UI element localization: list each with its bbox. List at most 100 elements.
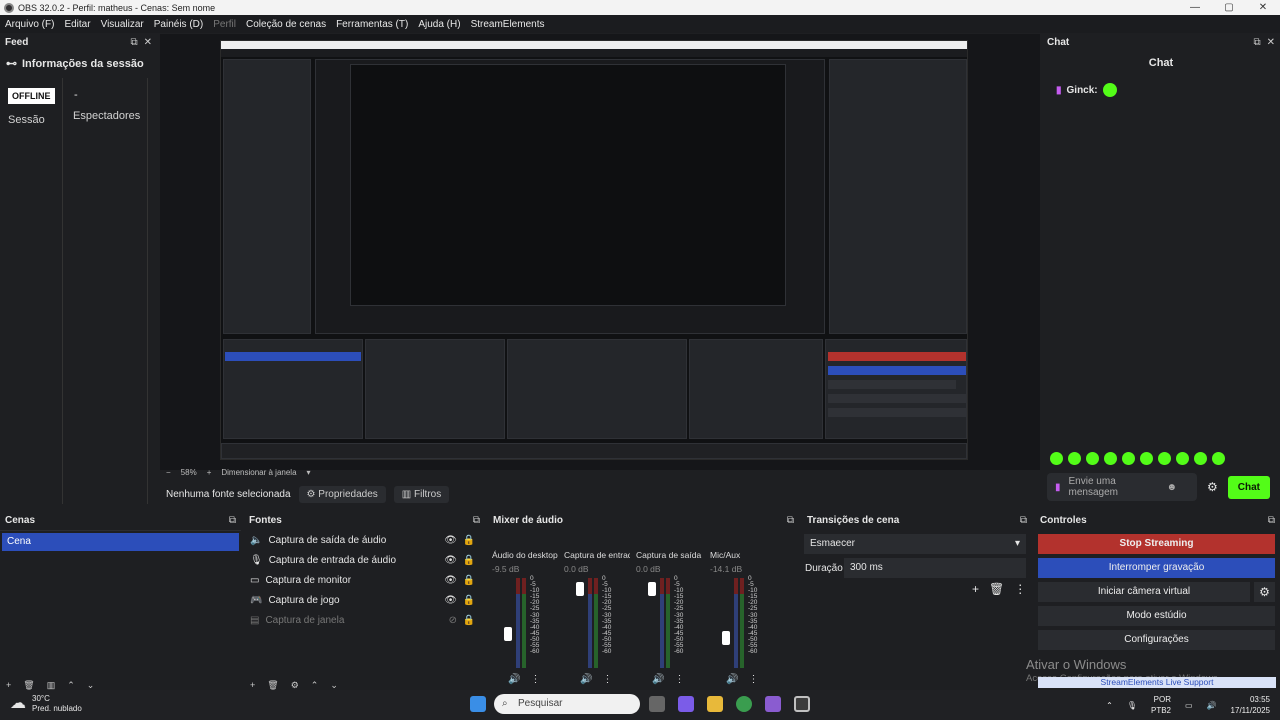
speaker-icon[interactable]: 🔊 xyxy=(652,674,664,685)
emoji-icon[interactable]: ☻ xyxy=(1167,482,1178,493)
add-icon[interactable]: + xyxy=(6,680,11,690)
source-item[interactable]: 🎙 Captura de entrada de áudio 👁 🔒 xyxy=(244,550,485,570)
emote-icon[interactable] xyxy=(1194,452,1207,465)
chevron-down-icon[interactable]: ▾ xyxy=(307,468,311,477)
add-icon[interactable]: + xyxy=(972,582,979,596)
lock-icon[interactable]: 🔒 xyxy=(463,535,475,546)
source-item[interactable]: ▤ Captura de janela ⊘ 🔒 xyxy=(244,610,485,630)
gear-icon[interactable]: ⚙ xyxy=(1207,480,1218,494)
chevron-up-icon[interactable]: ⌃ xyxy=(1106,701,1113,710)
stop-streaming-button[interactable]: Stop Streaming xyxy=(1038,534,1275,554)
eye-icon[interactable]: 👁 xyxy=(444,535,457,546)
close-icon[interactable]: ✕ xyxy=(1267,37,1275,48)
undock-icon[interactable]: ⧉ xyxy=(130,37,137,48)
eye-icon[interactable]: 👁 xyxy=(444,575,457,586)
lock-icon[interactable]: 🔒 xyxy=(463,615,475,626)
minimize-button[interactable]: — xyxy=(1178,0,1212,15)
filter-icon[interactable]: ▥ xyxy=(47,680,56,690)
taskbar-search[interactable]: ⌕ Pesquisar xyxy=(494,694,640,714)
network-icon[interactable]: ▭ xyxy=(1185,701,1193,710)
source-item[interactable]: ▭ Captura de monitor 👁 🔒 xyxy=(244,570,485,590)
more-icon[interactable]: ⋮ xyxy=(674,674,684,685)
more-icon[interactable]: ⋮ xyxy=(602,674,612,685)
undock-icon[interactable]: ⧉ xyxy=(1020,515,1027,526)
transition-select[interactable]: Esmaecer ▾ xyxy=(804,534,1026,554)
add-icon[interactable]: + xyxy=(250,680,255,690)
lock-icon[interactable]: 🔒 xyxy=(463,555,475,566)
undock-icon[interactable]: ⧉ xyxy=(1268,515,1275,526)
undock-icon[interactable]: ⧉ xyxy=(787,515,794,526)
undock-icon[interactable]: ⧉ xyxy=(229,515,236,526)
obs-taskbar-icon[interactable] xyxy=(794,696,810,712)
chrome-icon[interactable] xyxy=(736,696,752,712)
volume-fader[interactable] xyxy=(576,581,584,596)
arrow-up-icon[interactable]: ⌃ xyxy=(67,680,75,690)
menu-perfil[interactable]: Perfil xyxy=(208,19,241,30)
chat-input[interactable]: ▮ Envie uma mensagem ☻ xyxy=(1047,473,1197,501)
mic-icon[interactable]: 🎙 xyxy=(1127,701,1137,710)
emote-icon[interactable] xyxy=(1212,452,1225,465)
undock-icon[interactable]: ⧉ xyxy=(473,515,480,526)
eye-icon[interactable]: 👁 xyxy=(444,555,457,566)
lock-icon[interactable]: 🔒 xyxy=(463,575,475,586)
menu-streamelements[interactable]: StreamElements xyxy=(466,19,550,30)
more-icon[interactable]: ⋮ xyxy=(530,674,540,685)
undock-icon[interactable]: ⧉ xyxy=(1253,37,1260,48)
eye-icon[interactable]: 👁 xyxy=(444,595,457,606)
emote-icon[interactable] xyxy=(1104,452,1117,465)
eye-hidden-icon[interactable]: ⊘ xyxy=(449,615,457,626)
speaker-icon[interactable]: 🔊 xyxy=(508,674,520,685)
maximize-button[interactable]: ▢ xyxy=(1212,0,1246,15)
visual-studio-icon[interactable] xyxy=(765,696,781,712)
trash-icon[interactable]: 🗑 xyxy=(23,680,34,690)
properties-button[interactable]: ⚙ Propriedades xyxy=(298,485,386,503)
preview-canvas[interactable] xyxy=(160,34,1040,470)
source-item[interactable]: 🎮 Captura de jogo 👁 🔒 xyxy=(244,590,485,610)
volume-fader[interactable] xyxy=(722,631,730,646)
emote-icon[interactable] xyxy=(1122,452,1135,465)
emote-icon[interactable] xyxy=(1050,452,1063,465)
menu-paineis[interactable]: Painéis (D) xyxy=(149,19,208,30)
task-view-icon[interactable] xyxy=(649,696,665,712)
emote-icon[interactable] xyxy=(1068,452,1081,465)
settings-button[interactable]: Configurações xyxy=(1038,630,1275,650)
trash-icon[interactable]: 🗑 xyxy=(989,582,1004,596)
duration-input[interactable]: 300 ms xyxy=(844,558,1026,578)
scene-item[interactable]: Cena xyxy=(2,533,239,551)
menu-visualizar[interactable]: Visualizar xyxy=(96,19,149,30)
source-item[interactable]: 🔈 Captura de saída de áudio 👁 🔒 xyxy=(244,530,485,550)
emote-icon[interactable] xyxy=(1086,452,1099,465)
volume-fader[interactable] xyxy=(504,627,512,642)
volume-fader[interactable] xyxy=(648,581,656,596)
gear-icon[interactable]: ⚙ xyxy=(291,680,299,690)
speaker-icon[interactable]: 🔊 xyxy=(580,674,592,685)
menu-ferramentas[interactable]: Ferramentas (T) xyxy=(331,19,413,30)
arrow-down-icon[interactable]: ⌄ xyxy=(330,680,338,690)
arrow-up-icon[interactable]: ⌃ xyxy=(311,680,319,690)
emote-icon[interactable] xyxy=(1140,452,1153,465)
stop-recording-button[interactable]: Interromper gravação xyxy=(1038,558,1275,578)
virtual-camera-button[interactable]: Iniciar câmera virtual xyxy=(1038,582,1250,602)
close-button[interactable]: ✕ xyxy=(1246,0,1280,15)
zoom-out-button[interactable]: − xyxy=(166,468,171,477)
filters-button[interactable]: ▥ Filtros xyxy=(393,485,450,503)
input-language[interactable]: POR PTB2 xyxy=(1151,694,1171,716)
speaker-icon[interactable]: 🔊 xyxy=(726,674,738,685)
emote-icon[interactable] xyxy=(1176,452,1189,465)
volume-icon[interactable]: 🔊 xyxy=(1207,701,1217,710)
menu-colecao-cenas[interactable]: Coleção de cenas xyxy=(241,19,331,30)
streamelements-support-button[interactable]: StreamElements Live Support xyxy=(1038,677,1276,688)
arrow-down-icon[interactable]: ⌄ xyxy=(87,680,95,690)
gear-icon[interactable]: ⚙ xyxy=(1254,582,1275,602)
emote-icon[interactable] xyxy=(1158,452,1171,465)
lock-icon[interactable]: 🔒 xyxy=(463,595,475,606)
zoom-in-button[interactable]: + xyxy=(207,468,212,477)
menu-ajuda[interactable]: Ajuda (H) xyxy=(413,19,465,30)
close-icon[interactable]: ✕ xyxy=(144,37,152,48)
chat-send-button[interactable]: Chat xyxy=(1227,475,1270,499)
copilot-icon[interactable] xyxy=(678,696,694,712)
studio-mode-button[interactable]: Modo estúdio xyxy=(1038,606,1275,626)
menu-editar[interactable]: Editar xyxy=(59,19,95,30)
trash-icon[interactable]: 🗑 xyxy=(267,680,278,690)
more-icon[interactable]: ⋮ xyxy=(1014,582,1026,596)
